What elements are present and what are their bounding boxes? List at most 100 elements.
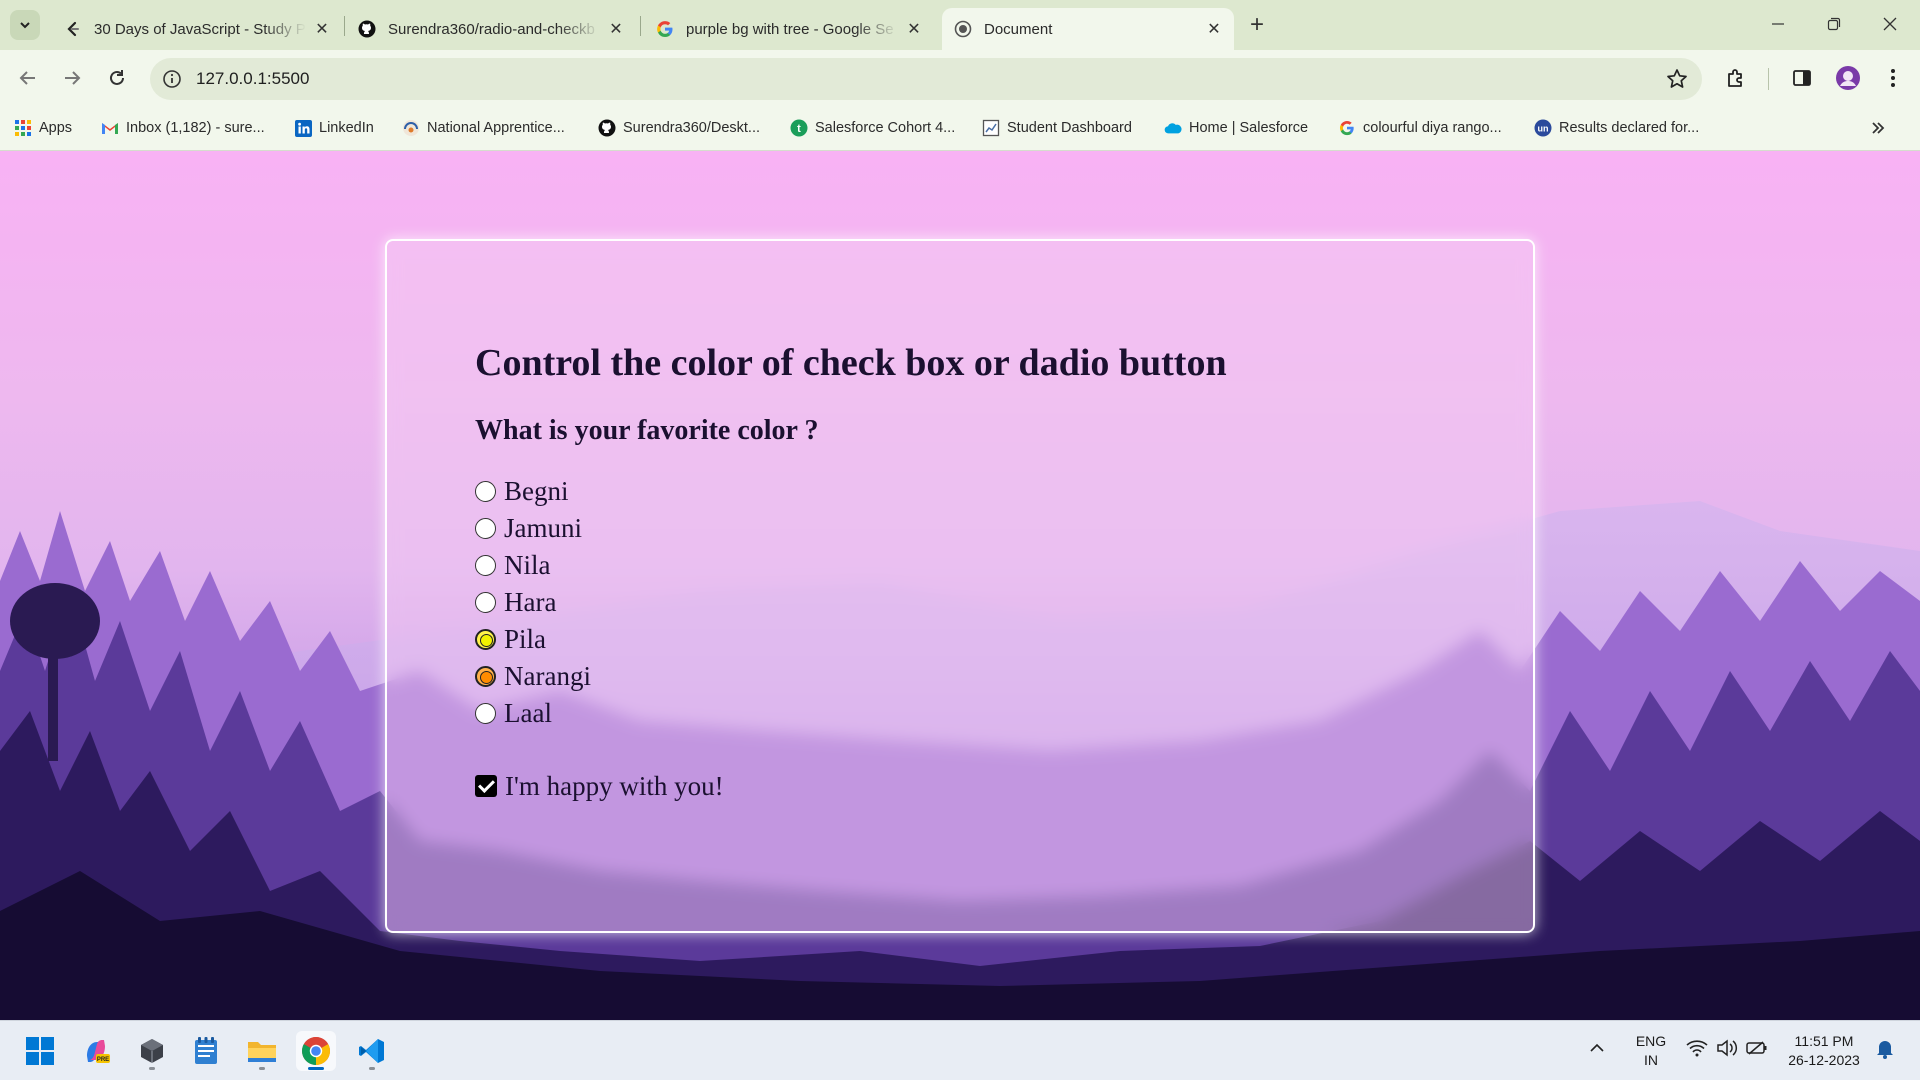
tab-separator	[344, 16, 345, 36]
clock[interactable]: 11:51 PM 26-12-2023	[1780, 1032, 1868, 1070]
bookmark-star-icon[interactable]	[1666, 68, 1688, 90]
salesforce-cloud-icon	[1164, 119, 1182, 137]
radio-button[interactable]	[475, 555, 496, 576]
linkedin-icon	[294, 119, 312, 137]
question-heading: What is your favorite color ?	[475, 415, 819, 446]
radio-option-begni[interactable]: Begni	[475, 473, 1227, 510]
close-icon[interactable]: ✕	[606, 19, 626, 39]
volume-button[interactable]	[1716, 1039, 1738, 1062]
close-icon[interactable]: ✕	[904, 19, 924, 39]
url-text[interactable]: 127.0.0.1:5500	[196, 69, 309, 89]
more-bookmarks-button[interactable]	[1870, 115, 1886, 141]
close-icon[interactable]: ✕	[312, 19, 332, 39]
notepad-icon	[195, 1037, 217, 1064]
address-bar[interactable]: 127.0.0.1:5500	[150, 58, 1702, 100]
tab-title: Surendra360/radio-and-checkb	[388, 20, 595, 38]
radio-button[interactable]	[475, 481, 496, 502]
bookmark-student-dashboard[interactable]: Student Dashboard	[982, 115, 1132, 141]
restore-button[interactable]	[1806, 0, 1862, 48]
bookmark-gmail[interactable]: Inbox (1,182) - sure...	[101, 115, 265, 141]
radio-option-jamuni[interactable]: Jamuni	[475, 510, 1227, 547]
app-cube-button[interactable]	[132, 1031, 172, 1071]
bookmark-label: National Apprentice...	[427, 120, 565, 136]
radio-option-pila[interactable]: Pila	[475, 621, 1227, 658]
radio-button-checked[interactable]	[475, 666, 496, 687]
tab-title: purple bg with tree - Google Se	[686, 20, 894, 38]
bookmark-linkedin[interactable]: LinkedIn	[294, 115, 374, 141]
bookmark-salesforce-cohort[interactable]: t Salesforce Cohort 4...	[790, 115, 955, 141]
wifi-button[interactable]	[1686, 1039, 1708, 1062]
tab-document[interactable]: Document ✕	[942, 8, 1234, 50]
bookmark-national-apprentice[interactable]: National Apprentice...	[402, 115, 565, 141]
browser-toolbar: 127.0.0.1:5500	[0, 50, 1920, 107]
minimize-button[interactable]	[1750, 0, 1806, 48]
svg-text:t: t	[797, 123, 801, 135]
radio-option-narangi[interactable]: Narangi	[475, 658, 1227, 695]
bookmark-github-desktop[interactable]: Surendra360/Deskt...	[598, 115, 760, 141]
radio-option-nila[interactable]: Nila	[475, 547, 1227, 584]
tray-overflow-button[interactable]	[1588, 1039, 1606, 1062]
github-icon	[358, 20, 376, 38]
tab-leetcode[interactable]: 30 Days of JavaScript - Study Pl ✕	[52, 8, 342, 50]
arrow-right-icon	[65, 71, 81, 85]
menu-button[interactable]	[1879, 64, 1907, 92]
radio-button[interactable]	[475, 592, 496, 613]
radio-option-hara[interactable]: Hara	[475, 584, 1227, 621]
bookmark-results-declared[interactable]: un Results declared for...	[1534, 115, 1699, 141]
reload-button[interactable]	[101, 62, 133, 94]
language-indicator[interactable]: ENG IN	[1628, 1032, 1674, 1070]
chrome-button[interactable]	[296, 1031, 336, 1071]
happy-checkbox-row[interactable]: I'm happy with you!	[475, 766, 1227, 806]
running-indicator	[369, 1067, 375, 1070]
battery-saver-icon	[1746, 1041, 1767, 1055]
tab-google-search[interactable]: purple bg with tree - Google Se ✕	[644, 8, 934, 50]
app-cube-icon	[141, 1039, 163, 1063]
bookmark-apps[interactable]: Apps	[14, 115, 72, 141]
radio-option-laal[interactable]: Laal	[475, 695, 1227, 732]
radio-button[interactable]	[475, 518, 496, 539]
tab-github[interactable]: Surendra360/radio-and-checkb ✕	[346, 8, 636, 50]
apprentice-icon	[402, 119, 420, 137]
extensions-button[interactable]	[1722, 64, 1750, 92]
tab-title: Document	[984, 20, 1053, 38]
side-panel-icon	[1793, 70, 1811, 86]
svg-text:PRE: PRE	[97, 1057, 109, 1063]
new-tab-button[interactable]: +	[1244, 11, 1270, 38]
apps-grid-icon	[14, 119, 32, 137]
start-button[interactable]	[20, 1031, 60, 1071]
vscode-button[interactable]	[352, 1031, 392, 1071]
notifications-button[interactable]	[1876, 1039, 1894, 1064]
puzzle-icon	[1728, 69, 1742, 87]
svg-text:un: un	[1538, 124, 1549, 134]
close-icon	[1883, 17, 1897, 31]
tab-separator	[640, 16, 641, 36]
battery-button[interactable]	[1746, 1039, 1768, 1062]
happy-checkbox[interactable]	[475, 775, 497, 797]
site-info-icon[interactable]	[162, 69, 182, 89]
card-content: Control the color of check box or dadio …	[475, 341, 1227, 806]
notepad-button[interactable]	[186, 1031, 226, 1071]
bookmark-label: Home | Salesforce	[1189, 120, 1309, 136]
radio-button[interactable]	[475, 703, 496, 724]
close-icon[interactable]: ✕	[1204, 19, 1224, 39]
radio-label: Laal	[504, 698, 552, 728]
tab-search-button[interactable]	[10, 10, 40, 40]
radio-button-checked[interactable]	[475, 629, 496, 650]
back-button[interactable]	[12, 62, 44, 94]
window-close-button[interactable]	[1862, 0, 1918, 48]
bookmark-label: LinkedIn	[319, 120, 374, 136]
avatar-icon	[1836, 66, 1860, 90]
un-icon: un	[1534, 119, 1552, 137]
google-icon	[1338, 119, 1356, 137]
copilot-button[interactable]: PRE	[76, 1031, 116, 1071]
forward-button[interactable]	[56, 62, 88, 94]
chrome-icon	[302, 1037, 330, 1065]
bookmark-home-salesforce[interactable]: Home | Salesforce	[1164, 115, 1308, 141]
profile-button[interactable]	[1834, 64, 1862, 92]
radio-label: Jamuni	[504, 513, 582, 543]
restore-icon	[1827, 17, 1841, 31]
file-explorer-button[interactable]	[242, 1031, 282, 1071]
bookmark-google-diya[interactable]: colourful diya rango...	[1338, 115, 1502, 141]
chevron-up-icon	[1590, 1043, 1604, 1052]
side-panel-button[interactable]	[1788, 64, 1816, 92]
